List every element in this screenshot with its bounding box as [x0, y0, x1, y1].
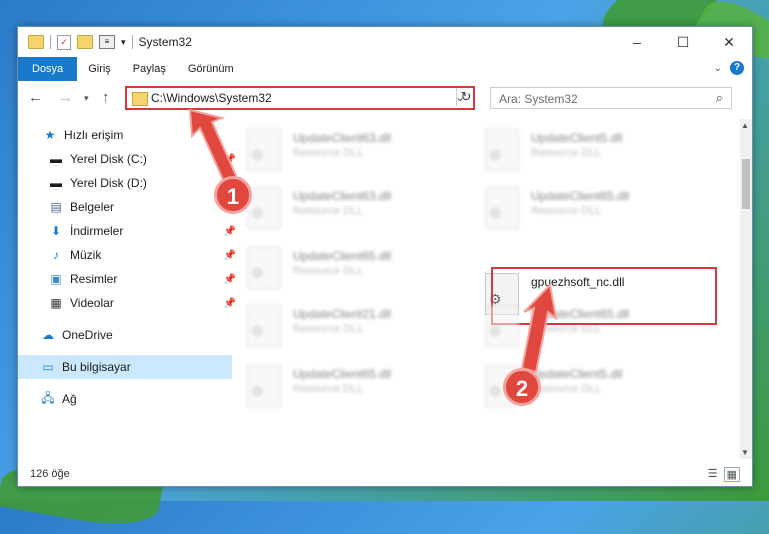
- callout-step-2: 2: [503, 368, 541, 406]
- callout-step-1: 1: [214, 176, 252, 214]
- annotation-arrows: [188, 108, 558, 374]
